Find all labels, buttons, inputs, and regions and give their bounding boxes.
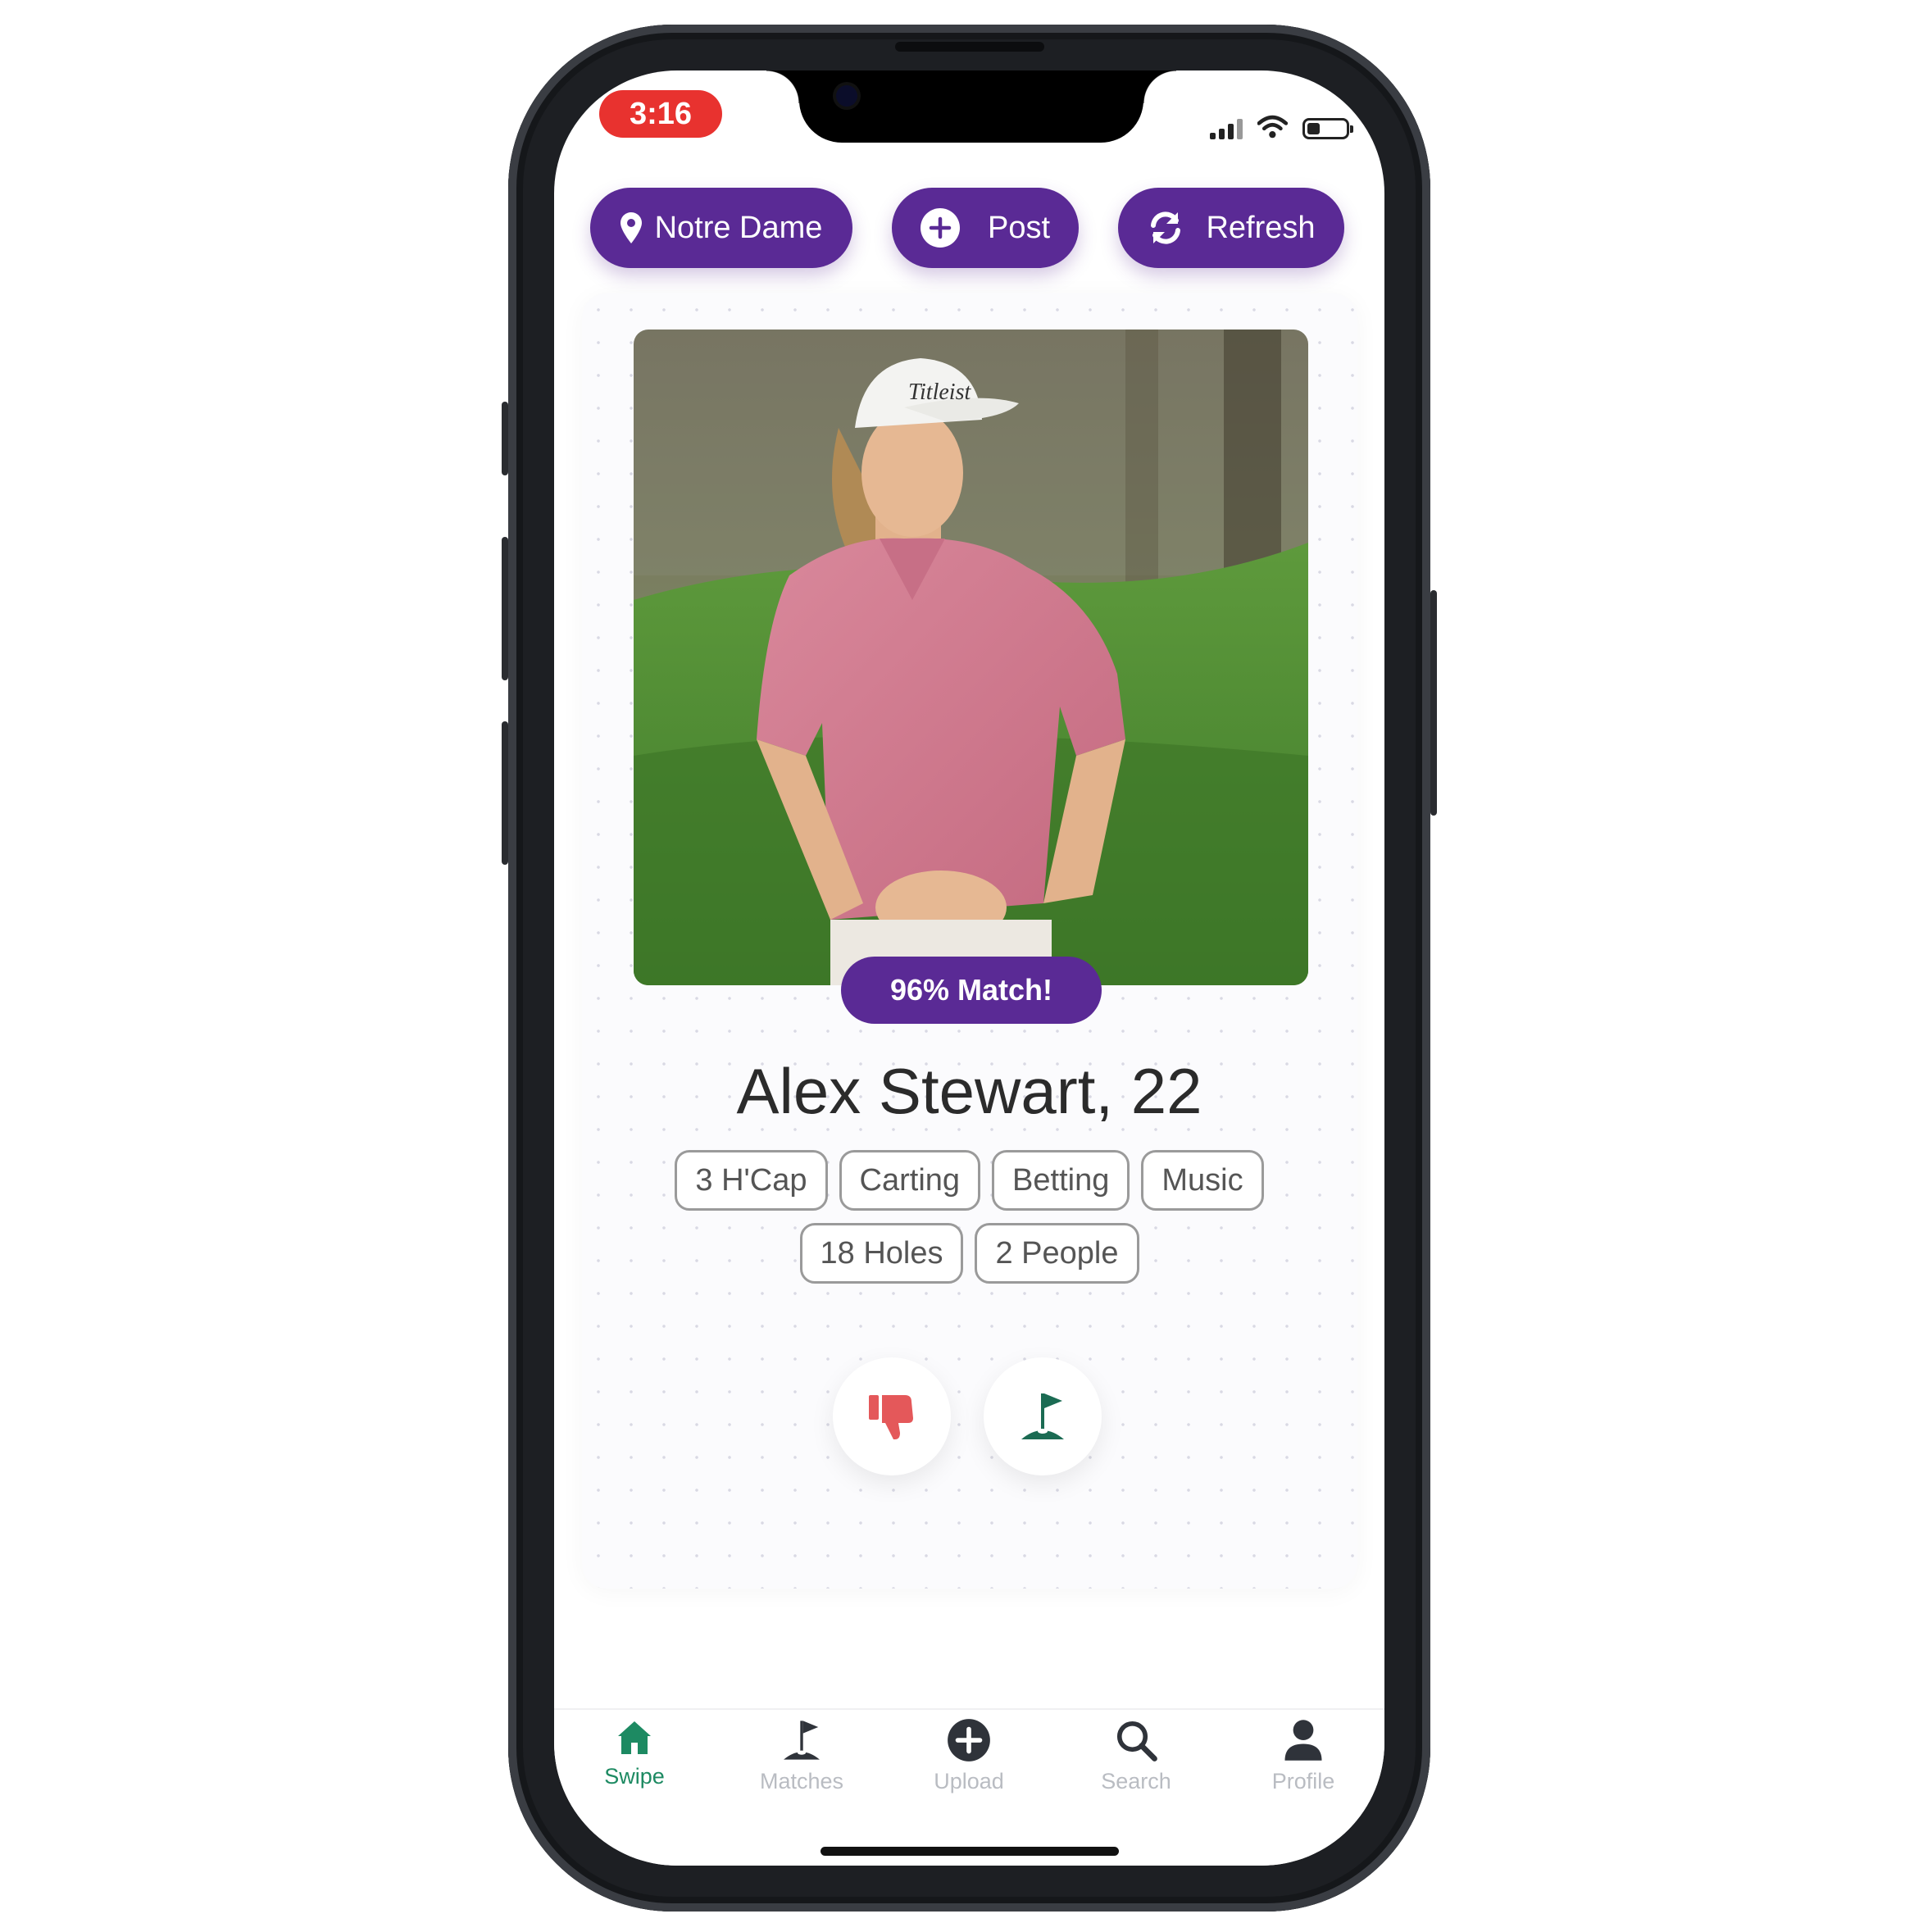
golf-flag-icon [1021, 1393, 1064, 1439]
nav-matches[interactable]: Matches [736, 1718, 867, 1794]
nav-search[interactable]: Search [1071, 1718, 1202, 1794]
home-indicator[interactable] [821, 1847, 1119, 1856]
dislike-button[interactable] [833, 1357, 951, 1475]
refresh-icon [1151, 211, 1181, 244]
user-icon [1284, 1720, 1322, 1761]
power-button [1430, 590, 1437, 816]
profile-name: Alex Stewart, 22 [736, 1055, 1202, 1127]
thumbs-down-icon [869, 1395, 913, 1439]
refresh-label: Refresh [1206, 210, 1316, 245]
home-icon [618, 1721, 651, 1754]
bottom-nav: Swipe Matches Upload Search Profile [554, 1708, 1384, 1866]
nav-upload[interactable]: Upload [903, 1718, 1034, 1794]
tag-people: 2 People [975, 1223, 1139, 1284]
signal-icon [1210, 119, 1243, 139]
search-icon [1116, 1721, 1157, 1762]
nav-label-matches: Matches [759, 1769, 844, 1793]
nav-swipe[interactable]: Swipe [569, 1718, 700, 1789]
golf-flag-icon [784, 1721, 820, 1760]
top-speaker [895, 42, 1044, 52]
notch [766, 70, 1176, 143]
tag-holes: 18 Holes [799, 1223, 964, 1284]
plus-circle-icon [920, 208, 960, 248]
match-badge: 96% Match! [841, 957, 1102, 1024]
wifi-icon [1257, 115, 1288, 139]
nav-label-profile: Profile [1271, 1769, 1335, 1793]
nav-label-upload: Upload [934, 1769, 1004, 1793]
tag-carting: Carting [839, 1150, 981, 1211]
svg-text:Titleist: Titleist [908, 380, 971, 405]
like-button[interactable] [984, 1357, 1102, 1475]
post-label: Post [987, 210, 1051, 245]
tag-music: Music [1141, 1150, 1264, 1211]
nav-label-swipe: Swipe [604, 1764, 665, 1789]
status-time: 3:16 [599, 90, 722, 138]
tag-handicap: 3 H'Cap [675, 1150, 828, 1211]
status-icons [1210, 107, 1354, 139]
plus-circle-icon [948, 1719, 990, 1762]
tag-row-1: 3 H'Cap Carting Betting Music [554, 1150, 1384, 1211]
silent-switch [502, 402, 508, 475]
nav-label-search: Search [1101, 1769, 1171, 1793]
volume-up-button [502, 537, 508, 680]
location-label: Notre Dame [654, 210, 823, 245]
location-pin-icon [620, 212, 642, 243]
front-camera [836, 85, 857, 107]
refresh-button[interactable]: Refresh [1118, 188, 1344, 268]
tag-betting: Betting [992, 1150, 1130, 1211]
tag-row-2: 18 Holes 2 People [554, 1223, 1384, 1284]
profile-photo: Titleist [634, 330, 1308, 985]
app-screen: 3:16 Notre Dame Post Refresh Titleist 96… [554, 70, 1384, 1866]
location-button[interactable]: Notre Dame [590, 188, 852, 268]
nav-profile[interactable]: Profile [1238, 1718, 1369, 1794]
volume-down-button [502, 721, 508, 865]
battery-icon [1302, 118, 1354, 139]
post-button[interactable]: Post [892, 188, 1079, 268]
